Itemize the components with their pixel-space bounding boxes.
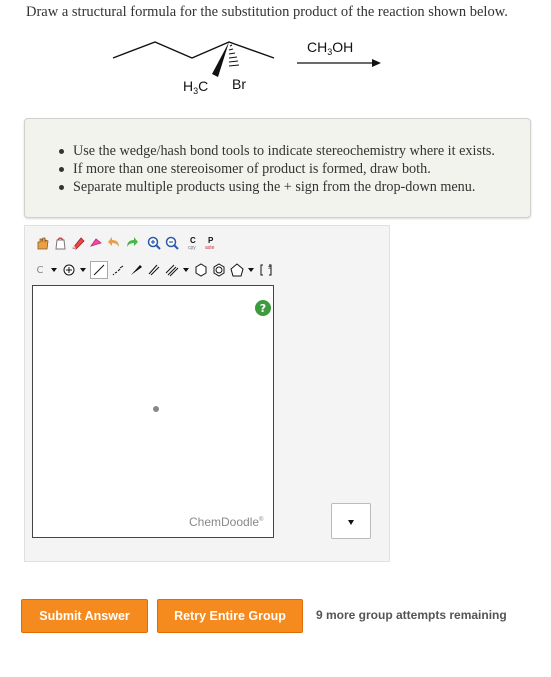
svg-text:±: ± — [268, 265, 271, 271]
hash-bond-icon[interactable] — [110, 262, 126, 278]
sketcher-toolbar-bottom: C ± — [32, 259, 276, 281]
svg-text:cpy: cpy — [188, 245, 196, 251]
methyl-label: H3C — [183, 78, 208, 96]
solid-wedge-bond — [212, 42, 229, 77]
copy-icon[interactable]: Ccpy — [186, 235, 202, 251]
zoom-out-icon[interactable] — [164, 235, 180, 251]
cyclopentane-ring-icon[interactable] — [229, 262, 245, 278]
bracket-icon[interactable]: ± — [258, 262, 274, 278]
help-icon[interactable]: ? — [255, 300, 271, 316]
reaction-arrow-head — [372, 59, 381, 67]
instruction-item: Separate multiple products using the + s… — [59, 178, 551, 196]
eraser-icon[interactable] — [70, 235, 86, 251]
undo-icon[interactable] — [106, 235, 122, 251]
retry-group-button[interactable]: Retry Entire Group — [157, 599, 303, 633]
single-bond-icon[interactable] — [90, 261, 108, 279]
wedge-bond-icon[interactable] — [128, 262, 144, 278]
triple-bond-icon[interactable] — [164, 262, 180, 278]
brand-name: ChemDoodle — [189, 515, 260, 529]
chevron-down-icon[interactable] — [183, 268, 189, 272]
canvas-center-dot — [153, 406, 159, 412]
paste-icon[interactable]: Paste — [204, 235, 220, 251]
reaction-scheme: H3C Br CH3OH — [0, 0, 551, 110]
charge-plus-icon[interactable] — [61, 262, 77, 278]
submit-answer-button[interactable]: Submit Answer — [21, 599, 148, 633]
chemdoodle-brand: ChemDoodle® — [189, 515, 263, 529]
instructions-box: Use the wedge/hash bond tools to indicat… — [24, 118, 531, 218]
chevron-down-icon — [348, 520, 354, 525]
svg-text:aste: aste — [205, 245, 215, 251]
chevron-down-icon[interactable] — [51, 268, 57, 272]
svg-text:P: P — [208, 236, 214, 245]
zoom-in-icon[interactable] — [146, 235, 162, 251]
instruction-item: Use the wedge/hash bond tools to indicat… — [59, 142, 551, 160]
double-bond-icon[interactable] — [146, 262, 162, 278]
instruction-item: If more than one stereoisomer of product… — [59, 160, 551, 178]
drawing-canvas[interactable]: ? ChemDoodle® — [32, 285, 274, 538]
carbon-chain — [112, 41, 275, 59]
redo-icon[interactable] — [124, 235, 140, 251]
chemdoodle-sketcher: Ccpy Paste C ± ? ChemDoodle® — [24, 225, 390, 562]
reaction-structure-svg: H3C Br CH3OH — [112, 39, 381, 96]
sketcher-toolbar-top: Ccpy Paste — [34, 232, 222, 254]
chevron-down-icon[interactable] — [80, 268, 86, 272]
product-separator-dropdown[interactable] — [331, 503, 371, 539]
bromine-label: Br — [232, 76, 246, 92]
benzene-ring-icon[interactable] — [211, 262, 227, 278]
element-selector[interactable]: C — [32, 262, 48, 278]
brand-mark: ® — [259, 517, 264, 523]
attempts-remaining: 9 more group attempts remaining — [316, 608, 507, 622]
svg-text:C: C — [190, 236, 196, 245]
hand-tool-icon[interactable] — [34, 235, 50, 251]
lasso-icon[interactable] — [88, 235, 104, 251]
clear-icon[interactable] — [52, 235, 68, 251]
chevron-down-icon[interactable] — [248, 268, 254, 272]
reagent-label: CH3OH — [307, 39, 353, 57]
cyclohexane-ring-icon[interactable] — [193, 262, 209, 278]
hashed-wedge-bond — [228, 44, 240, 67]
